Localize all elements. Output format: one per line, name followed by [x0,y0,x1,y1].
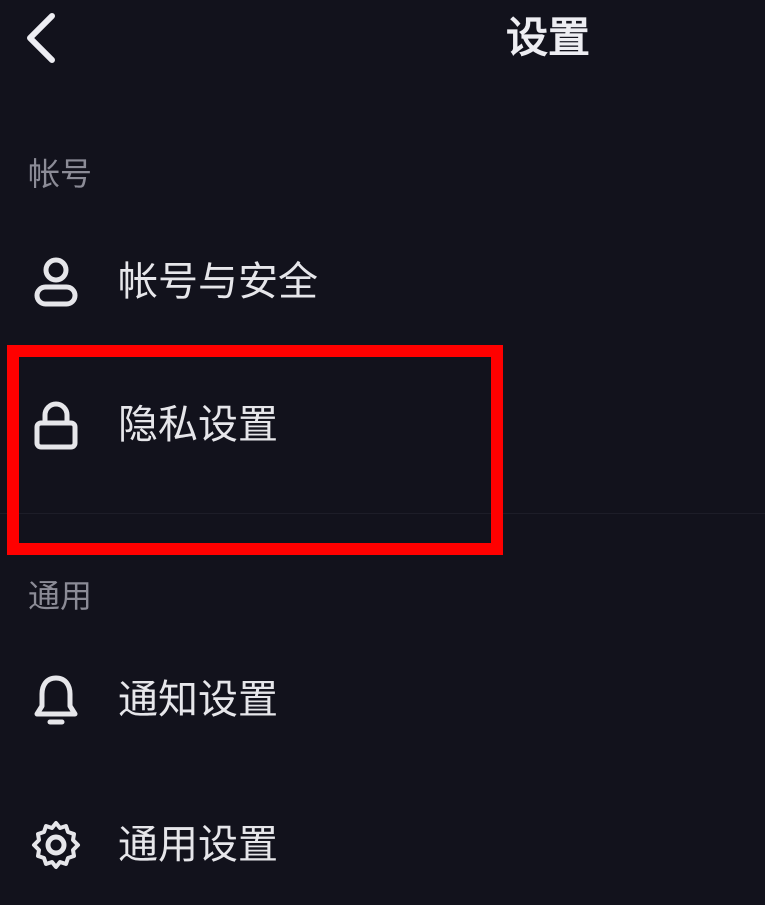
menu-item-general-settings[interactable]: 通用设置 [0,790,765,900]
menu-item-account-security[interactable]: 帐号与安全 [0,227,765,337]
section-label-account: 帐号 [28,155,93,193]
menu-item-label: 帐号与安全 [118,259,318,305]
bell-icon [28,672,84,728]
divider [0,513,765,514]
back-button[interactable] [22,8,82,68]
user-icon [28,254,84,310]
menu-item-label: 通用设置 [118,822,278,868]
page-title: 设置 [505,13,590,62]
menu-item-label: 隐私设置 [118,402,278,448]
settings-screen: 设置 帐号 帐号与安全 隐私设置 通用 通知设置 通用设置 [0,0,765,905]
chevron-left-icon [27,13,55,63]
menu-item-notification-settings[interactable]: 通知设置 [0,645,765,755]
section-label-general: 通用 [28,577,93,615]
menu-item-label: 通知设置 [118,677,278,723]
gear-icon [28,817,84,873]
lock-icon [28,397,84,453]
menu-item-privacy-settings[interactable]: 隐私设置 [0,370,765,480]
